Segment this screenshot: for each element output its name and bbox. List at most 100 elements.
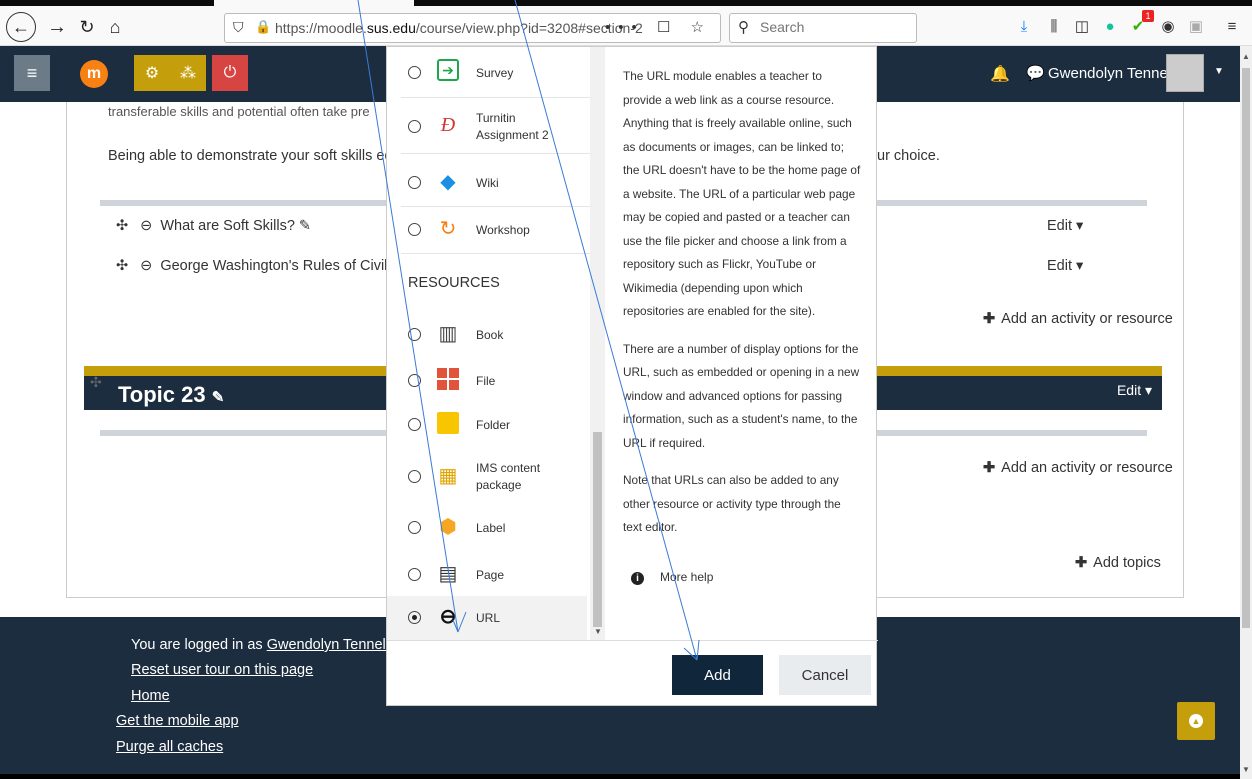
- activity-link[interactable]: George Washington's Rules of Civili: [160, 258, 390, 274]
- divider: [401, 153, 591, 154]
- radio-button[interactable]: [408, 470, 421, 483]
- pencil-icon[interactable]: ✎: [299, 218, 311, 234]
- nav-drawer-button[interactable]: ≡: [14, 55, 50, 91]
- extension-icon[interactable]: ▣: [1186, 16, 1206, 36]
- lock-icon[interactable]: 🔒: [255, 19, 271, 35]
- cancel-button[interactable]: Cancel: [779, 655, 871, 695]
- option-workshop[interactable]: ↻ Workshop: [387, 208, 587, 252]
- url-link-icon: ⊖: [140, 218, 153, 234]
- topic-title[interactable]: Topic 23 ✎: [118, 382, 224, 408]
- chooser-scrollbar[interactable]: ▼: [590, 47, 605, 640]
- radio-button[interactable]: [408, 568, 421, 581]
- info-icon: i: [631, 572, 644, 585]
- option-book[interactable]: ▥ Book: [387, 313, 587, 357]
- radio-button[interactable]: [408, 374, 421, 387]
- option-label: Folder: [476, 418, 511, 432]
- avatar[interactable]: [1166, 54, 1204, 92]
- page-scrollbar[interactable]: ▲ ▼: [1240, 46, 1252, 779]
- dialog-footer: Add Cancel: [387, 640, 878, 707]
- url-text[interactable]: https://moodle.sus.edu/course/view.php?i…: [275, 20, 645, 36]
- move-icon[interactable]: ✣: [90, 374, 102, 391]
- reload-icon[interactable]: ↻: [74, 14, 100, 40]
- user-name[interactable]: Gwendolyn Tennell: [1048, 65, 1174, 82]
- radio-button[interactable]: [408, 176, 421, 189]
- search-box[interactable]: ⚲: [729, 13, 917, 43]
- add-activity-link[interactable]: ✚ Add an activity or resource: [983, 311, 1173, 327]
- add-topics-link[interactable]: ✚ Add topics: [1075, 555, 1161, 571]
- section-text-cut: transferable skills and potential often …: [108, 104, 370, 119]
- option-label: IMS content package: [476, 461, 541, 492]
- option-wiki[interactable]: ◆ Wiki: [387, 161, 587, 205]
- moodle-logo[interactable]: m: [80, 60, 108, 88]
- activity-row[interactable]: ✣ ⊖ George Washington's Rules of Civili: [116, 258, 391, 274]
- power-icon[interactable]: ⏻: [212, 55, 248, 91]
- forward-arrow-icon[interactable]: →: [44, 14, 70, 40]
- account-icon[interactable]: ◉: [1158, 16, 1178, 36]
- resources-heading: RESOURCES: [408, 275, 500, 291]
- move-icon[interactable]: ✣: [116, 218, 128, 234]
- chevron-down-icon[interactable]: ▼: [1214, 66, 1224, 77]
- radio-button[interactable]: [408, 328, 421, 341]
- sidebar-icon[interactable]: ◫: [1072, 16, 1092, 36]
- radio-button[interactable]: [408, 223, 421, 236]
- download-icon[interactable]: ⤓: [1014, 16, 1034, 36]
- url-icon: ⊖: [439, 605, 457, 628]
- back-arrow-icon[interactable]: ←: [6, 12, 36, 42]
- menu-icon[interactable]: ≡: [1222, 16, 1242, 36]
- add-button[interactable]: Add: [672, 655, 763, 695]
- shield-extension-icon[interactable]: ✔ 1: [1128, 10, 1154, 36]
- reset-tour-link[interactable]: Reset user tour on this page: [131, 662, 313, 678]
- messages-icon[interactable]: 💬: [1026, 64, 1045, 82]
- survey-icon: ➔: [437, 59, 459, 81]
- grammarly-icon[interactable]: ●: [1100, 16, 1120, 36]
- chevron-up-icon: ▲: [1189, 714, 1203, 728]
- radio-button[interactable]: [408, 120, 421, 133]
- option-label-resource[interactable]: ⬢ Label: [387, 506, 587, 550]
- move-icon[interactable]: ✣: [116, 258, 128, 274]
- more-help-link[interactable]: i More help: [631, 570, 713, 585]
- edit-menu[interactable]: Edit ▾: [1047, 218, 1083, 234]
- home-icon[interactable]: ⌂: [102, 14, 128, 40]
- page-actions[interactable]: ••• ☐ ☆: [605, 18, 712, 36]
- edit-menu[interactable]: Edit ▾: [1047, 258, 1083, 274]
- pencil-icon[interactable]: ✎: [212, 389, 225, 406]
- option-turnitin[interactable]: Ɖ Turnitin Assignment 2: [387, 105, 587, 149]
- label-icon: ⬢: [439, 515, 457, 538]
- chooser-option-list: ➔ Survey Ɖ Turnitin Assignment 2 ◆ Wiki …: [387, 47, 605, 640]
- radio-button[interactable]: [408, 418, 421, 431]
- profile-link[interactable]: Gwendolyn Tennell: [267, 637, 389, 653]
- search-input[interactable]: [760, 19, 910, 35]
- option-url[interactable]: ⊖ URL: [387, 596, 587, 640]
- radio-button[interactable]: [408, 611, 421, 624]
- option-folder[interactable]: Folder: [387, 403, 587, 447]
- add-activity-link[interactable]: ✚ Add an activity or resource: [983, 460, 1173, 476]
- page-icon: ▤: [438, 562, 458, 585]
- option-label: Workshop: [476, 223, 530, 237]
- option-ims-package[interactable]: ▦ IMS content package: [387, 455, 587, 499]
- plus-icon: ✚: [983, 460, 996, 476]
- settings-gear-icon[interactable]: ⚙: [134, 55, 170, 91]
- wiki-icon: ◆: [440, 170, 456, 193]
- activity-row[interactable]: ✣ ⊖ What are Soft Skills? ✎: [116, 218, 311, 234]
- tracking-shield-icon[interactable]: ⛉: [233, 19, 244, 36]
- radio-button[interactable]: [408, 66, 421, 79]
- purge-caches-link[interactable]: Purge all caches: [116, 739, 223, 755]
- library-icon[interactable]: ⫼: [1044, 16, 1064, 36]
- option-label: URL: [476, 611, 501, 625]
- back-to-top-button[interactable]: ▲: [1177, 702, 1215, 740]
- radio-button[interactable]: [408, 521, 421, 534]
- active-tab[interactable]: [214, 0, 414, 6]
- option-page[interactable]: ▤ Page: [387, 553, 587, 597]
- topic-edit-menu[interactable]: Edit ▾: [1117, 382, 1152, 399]
- activity-link[interactable]: What are Soft Skills?: [160, 218, 295, 234]
- home-link[interactable]: Home: [131, 688, 170, 704]
- mobile-app-link[interactable]: Get the mobile app: [116, 713, 239, 729]
- address-bar[interactable]: ⛉ 🔒 https://moodle.sus.edu/course/view.p…: [224, 13, 721, 43]
- section-intro-tail: ur choice.: [877, 148, 940, 164]
- notification-bell-icon[interactable]: 🔔: [990, 64, 1010, 84]
- option-survey[interactable]: ➔ Survey: [387, 51, 587, 95]
- option-label: Turnitin Assignment 2: [476, 111, 549, 142]
- sitemap-icon[interactable]: ⁂: [170, 55, 206, 91]
- option-file[interactable]: File: [387, 359, 587, 403]
- help-description: The URL module enables a teacher to prov…: [605, 47, 878, 640]
